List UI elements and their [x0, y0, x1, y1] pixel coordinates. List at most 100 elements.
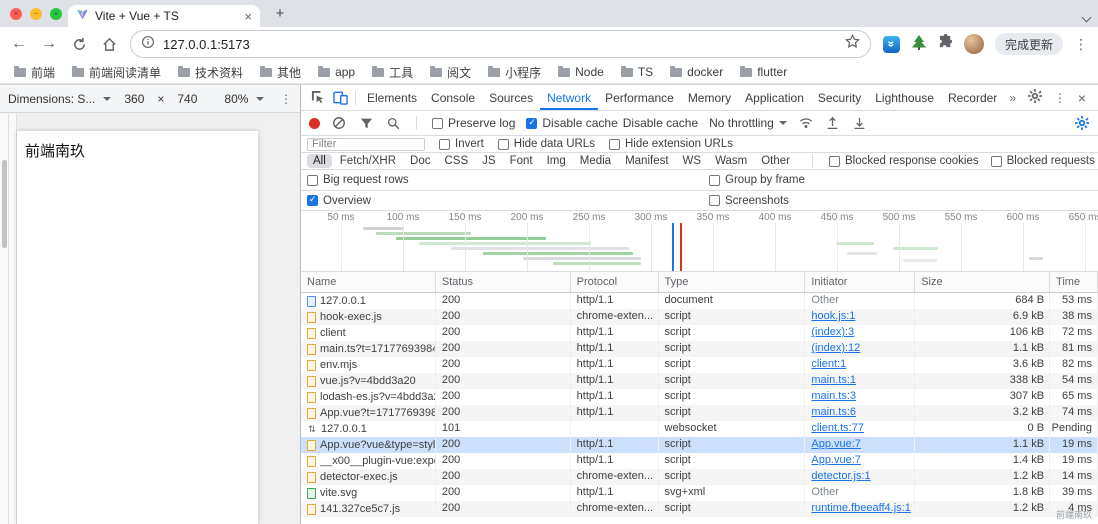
- device-toolbar-toggle-icon[interactable]: [329, 88, 351, 108]
- search-icon[interactable]: [385, 115, 401, 131]
- invert-checkbox[interactable]: [439, 139, 450, 150]
- more-tabs-button[interactable]: »: [1004, 85, 1021, 110]
- filter-type-font[interactable]: Font: [504, 154, 539, 168]
- update-chrome-button[interactable]: 完成更新: [995, 33, 1063, 55]
- table-row[interactable]: ⇅127.0.0.1101websocketclient.ts:770 BPen…: [301, 421, 1098, 437]
- url-text[interactable]: 127.0.0.1:5173: [163, 37, 837, 52]
- bookmark-0[interactable]: 前端: [14, 64, 55, 81]
- tab-recorder[interactable]: Recorder: [941, 85, 1004, 110]
- column-header-time[interactable]: Time: [1050, 272, 1098, 292]
- big-request-rows-label[interactable]: Big request rows: [323, 174, 409, 186]
- initiator-link[interactable]: main.ts:6: [811, 406, 856, 418]
- throttling-dropdown[interactable]: No throttling: [709, 116, 787, 130]
- left-scrollbar[interactable]: [0, 114, 9, 524]
- import-har-icon[interactable]: [825, 115, 841, 131]
- preserve-log-label[interactable]: Preserve log: [448, 116, 515, 130]
- column-header-name[interactable]: Name: [301, 272, 436, 292]
- scrollbar-thumb[interactable]: [2, 160, 7, 248]
- minimize-window-button[interactable]: −: [30, 8, 42, 20]
- new-tab-button[interactable]: +: [272, 6, 288, 22]
- bookmark-9[interactable]: TS: [621, 65, 653, 79]
- initiator-link[interactable]: runtime.fbeeaff4.js:1: [811, 502, 910, 514]
- disable-cache-checkbox[interactable]: [526, 118, 537, 129]
- profile-avatar[interactable]: [964, 34, 984, 54]
- initiator-link[interactable]: main.ts:3: [811, 390, 856, 402]
- tab-lighthouse[interactable]: Lighthouse: [868, 85, 941, 110]
- initiator-link[interactable]: main.ts:1: [811, 374, 856, 386]
- filter-type-other[interactable]: Other: [755, 154, 796, 168]
- back-icon[interactable]: ←: [10, 35, 28, 53]
- blocked-requests-checkbox[interactable]: [991, 156, 1002, 167]
- tab-performance[interactable]: Performance: [598, 85, 681, 110]
- group-by-frame-label[interactable]: Group by frame: [725, 174, 805, 186]
- reload-icon[interactable]: [70, 35, 88, 53]
- initiator-link[interactable]: client:1: [811, 358, 846, 370]
- table-row[interactable]: detector-exec.js200chrome-exten...script…: [301, 469, 1098, 485]
- table-row[interactable]: 127.0.0.1200http/1.1documentOther684 B53…: [301, 293, 1098, 309]
- record-network-log-icon[interactable]: [309, 118, 320, 129]
- filter-type-media[interactable]: Media: [574, 154, 617, 168]
- filter-type-js[interactable]: JS: [476, 154, 501, 168]
- tab-search-chevron-icon[interactable]: [1083, 8, 1090, 26]
- bookmark-1[interactable]: 前端阅读清单: [72, 64, 161, 81]
- overview-checkbox[interactable]: [307, 195, 318, 206]
- devtools-menu-icon[interactable]: ⋮: [1054, 91, 1066, 105]
- bookmark-11[interactable]: flutter: [740, 65, 787, 79]
- tab-security[interactable]: Security: [811, 85, 868, 110]
- screenshots-label[interactable]: Screenshots: [725, 195, 789, 207]
- filter-type-ws[interactable]: WS: [677, 154, 708, 168]
- hide-data-urls-checkbox[interactable]: [498, 139, 509, 150]
- initiator-link[interactable]: detector.js:1: [811, 470, 870, 482]
- export-har-icon[interactable]: [852, 115, 868, 131]
- screenshots-checkbox[interactable]: [709, 195, 720, 206]
- column-header-size[interactable]: Size: [915, 272, 1050, 292]
- hide-extension-urls-label[interactable]: Hide extension URLs: [625, 138, 733, 150]
- tab-console[interactable]: Console: [424, 85, 482, 110]
- filter-input[interactable]: [307, 138, 425, 151]
- site-info-icon[interactable]: [141, 35, 155, 54]
- table-row[interactable]: __x00__plugin-vue:expo...200http/1.1scri…: [301, 453, 1098, 469]
- blocked-response-cookies-checkbox[interactable]: [829, 156, 840, 167]
- column-header-initiator[interactable]: Initiator: [805, 272, 915, 292]
- table-row[interactable]: hook-exec.js200chrome-exten...scripthook…: [301, 309, 1098, 325]
- table-row[interactable]: App.vue?vue&type=style...200http/1.1scri…: [301, 437, 1098, 453]
- table-row[interactable]: main.ts?t=17177693984...200http/1.1scrip…: [301, 341, 1098, 357]
- filter-type-img[interactable]: Img: [541, 154, 572, 168]
- bookmark-5[interactable]: 工具: [372, 64, 413, 81]
- device-options-icon[interactable]: ⋮: [280, 92, 292, 106]
- filter-type-manifest[interactable]: Manifest: [619, 154, 674, 168]
- initiator-link[interactable]: App.vue:7: [811, 438, 861, 450]
- clear-network-log-icon[interactable]: [331, 115, 347, 131]
- tab-elements[interactable]: Elements: [360, 85, 424, 110]
- table-row[interactable]: client200http/1.1script(index):3106 kB72…: [301, 325, 1098, 341]
- tab-network[interactable]: Network: [540, 85, 598, 110]
- address-bar[interactable]: 127.0.0.1:5173: [130, 30, 871, 58]
- close-window-button[interactable]: ×: [10, 8, 22, 20]
- browser-tab[interactable]: Vite + Vue + TS ×: [68, 5, 260, 27]
- bookmark-8[interactable]: Node: [558, 65, 604, 79]
- tab-application[interactable]: Application: [738, 85, 811, 110]
- home-icon[interactable]: [100, 35, 118, 53]
- table-row[interactable]: vite.svg200http/1.1svg+xmlOther1.8 kB39 …: [301, 485, 1098, 501]
- tab-close-icon[interactable]: ×: [244, 9, 252, 24]
- bookmark-4[interactable]: app: [318, 65, 355, 79]
- column-header-protocol[interactable]: Protocol: [571, 272, 659, 292]
- column-header-status[interactable]: Status: [436, 272, 571, 292]
- dimensions-dropdown[interactable]: Dimensions: S...: [8, 92, 95, 106]
- bookmark-6[interactable]: 阅文: [430, 64, 471, 81]
- preserve-log-checkbox[interactable]: [432, 118, 443, 129]
- bookmark-star-icon[interactable]: [845, 34, 860, 54]
- table-row[interactable]: 141.327ce5c7.js200chrome-exten...scriptr…: [301, 501, 1098, 517]
- filter-type-css[interactable]: CSS: [438, 154, 474, 168]
- initiator-link[interactable]: hook.js:1: [811, 310, 855, 322]
- tab-sources[interactable]: Sources: [482, 85, 540, 110]
- settings-gear-icon[interactable]: [1028, 89, 1042, 106]
- filter-type-all[interactable]: All: [307, 154, 332, 168]
- initiator-link[interactable]: (index):3: [811, 326, 854, 338]
- bookmark-10[interactable]: docker: [670, 65, 723, 79]
- initiator-link[interactable]: App.vue:7: [811, 454, 861, 466]
- filter-type-doc[interactable]: Doc: [404, 154, 436, 168]
- table-row[interactable]: App.vue?t=17177693988...200http/1.1scrip…: [301, 405, 1098, 421]
- devtools-close-icon[interactable]: ×: [1078, 90, 1086, 106]
- table-row[interactable]: vue.js?v=4bdd3a20200http/1.1scriptmain.t…: [301, 373, 1098, 389]
